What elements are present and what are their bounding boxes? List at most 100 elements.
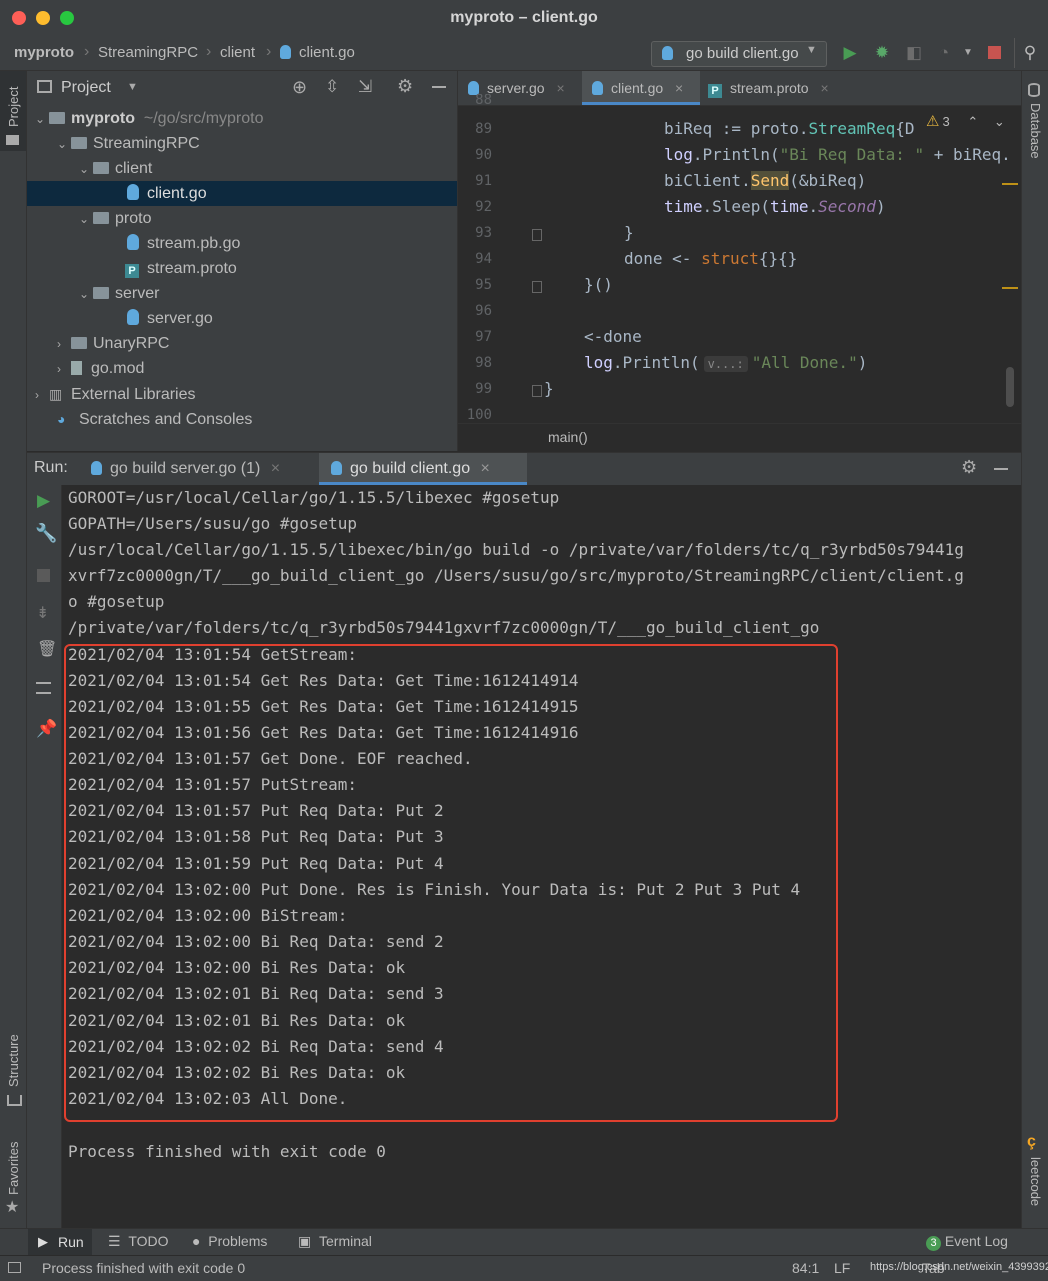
- console-line: /private/var/folders/tc/q_r3yrbd50s79441…: [68, 618, 820, 637]
- profile-icon[interactable]: ◔: [934, 43, 954, 63]
- fold-marker-icon[interactable]: [532, 385, 542, 397]
- gear-icon[interactable]: ⚙: [397, 76, 413, 97]
- code-token: ): [857, 353, 868, 372]
- line-number: 89: [475, 121, 492, 137]
- hide-icon[interactable]: [432, 86, 446, 88]
- gear-icon[interactable]: ⚙: [961, 457, 977, 478]
- coverage-icon[interactable]: ◧: [904, 43, 924, 63]
- tree-item-external-libraries[interactable]: › ▥ External Libraries: [35, 382, 196, 406]
- wrench-icon[interactable]: 🔧: [35, 523, 57, 544]
- tree-item-root[interactable]: ⌄ myproto ~/go/src/myproto: [35, 107, 264, 131]
- chevron-right-icon: ›: [266, 43, 272, 60]
- structure-stripe-button[interactable]: Structure: [0, 1021, 26, 1111]
- tree-item-streamingrpc[interactable]: ⌄ StreamingRPC: [57, 132, 200, 156]
- terminal-tool-button[interactable]: ▣ Terminal: [298, 1233, 372, 1250]
- tree-item-client-go[interactable]: client.go: [127, 182, 207, 206]
- console-line: GOROOT=/usr/local/Cellar/go/1.15.5/libex…: [68, 488, 560, 507]
- tab-client-go[interactable]: client.go ×: [582, 71, 700, 105]
- hide-icon[interactable]: [994, 468, 1008, 470]
- close-icon[interactable]: ×: [675, 80, 683, 96]
- close-icon[interactable]: ×: [271, 460, 280, 477]
- fold-marker-icon[interactable]: [532, 281, 542, 293]
- search-icon[interactable]: ⚲: [1020, 43, 1040, 63]
- breadcrumb-client[interactable]: client: [220, 44, 255, 61]
- tree-item-stream-pb-go[interactable]: stream.pb.go: [127, 232, 240, 256]
- code-line-91[interactable]: biClient.Send(&biReq): [664, 168, 866, 194]
- code-token: "All Done.": [751, 353, 858, 372]
- console-output[interactable]: GOROOT=/usr/local/Cellar/go/1.15.5/libex…: [62, 485, 1021, 1228]
- run-icon[interactable]: ▶: [840, 43, 860, 63]
- close-icon[interactable]: ×: [556, 80, 564, 96]
- code-line-93[interactable]: }: [624, 220, 634, 246]
- run-label: Run:: [34, 459, 68, 476]
- run-configuration-select[interactable]: go build client.go ▼: [651, 41, 827, 67]
- inspection-widget[interactable]: ⚠ 3 ⌃ ⌄: [926, 112, 1021, 134]
- tree-item-client[interactable]: ⌄ client: [79, 157, 152, 181]
- code-line-94[interactable]: done <- struct{}{}: [624, 246, 797, 272]
- pin-icon[interactable]: 📌: [36, 719, 57, 739]
- code-token: biClient.: [664, 171, 751, 190]
- stop-icon[interactable]: [37, 569, 50, 582]
- tree-item-go-mod[interactable]: › go.mod: [57, 357, 144, 381]
- stop-icon[interactable]: [984, 43, 1004, 63]
- editor-scrollbar-thumb[interactable]: [1006, 367, 1014, 407]
- tree-item-stream-proto[interactable]: Pstream.proto: [125, 257, 237, 281]
- favorites-stripe-button[interactable]: Favorites ★: [0, 1131, 26, 1221]
- collapse-all-icon[interactable]: ⇲: [358, 77, 372, 97]
- leetcode-stripe-button[interactable]: ç leetcode: [1022, 1131, 1048, 1221]
- rerun-icon[interactable]: ▶: [37, 491, 50, 511]
- warning-marker[interactable]: [1002, 183, 1018, 185]
- tool-windows-icon[interactable]: [8, 1262, 21, 1273]
- code-line-99[interactable]: }: [544, 376, 554, 402]
- go-file-icon: [127, 309, 139, 325]
- code-line-95[interactable]: }(): [584, 272, 613, 298]
- problems-tool-button[interactable]: ● Problems: [192, 1233, 267, 1249]
- tree-item-proto[interactable]: ⌄ proto: [79, 207, 151, 231]
- line-separator[interactable]: LF: [834, 1260, 850, 1276]
- debug-icon[interactable]: ✹: [872, 43, 892, 63]
- console-line: 2021/02/04 13:01:57 Put Req Data: Put 2: [68, 801, 444, 820]
- tree-item-server-go[interactable]: server.go: [127, 307, 213, 331]
- problems-label: Problems: [208, 1233, 268, 1249]
- run-tab-server[interactable]: go build server.go (1) ×: [91, 453, 280, 485]
- line-number: 90: [475, 147, 492, 163]
- project-view-select[interactable]: Project: [61, 79, 111, 97]
- warning-marker[interactable]: [1002, 287, 1018, 289]
- breadcrumb-streamingrpc[interactable]: StreamingRPC: [98, 44, 198, 61]
- code-line-98[interactable]: log.Println(v...: "All Done."): [584, 350, 867, 376]
- chevron-down-icon[interactable]: ▼: [127, 81, 138, 93]
- breadcrumb-project[interactable]: myproto: [14, 44, 74, 61]
- todo-tool-button[interactable]: ☰ TODO: [108, 1233, 169, 1250]
- tree-item-scratches[interactable]: ◕ Scratches and Consoles: [57, 407, 252, 431]
- close-icon[interactable]: ×: [481, 460, 490, 477]
- leetcode-icon: ç: [1027, 1133, 1036, 1150]
- event-log-button[interactable]: 3 Event Log: [926, 1233, 1008, 1251]
- run-tab-client[interactable]: go build client.go ×: [319, 453, 527, 485]
- caret-position[interactable]: 84:1: [792, 1260, 819, 1276]
- line-number: 100: [466, 407, 492, 423]
- database-stripe-button[interactable]: Database: [1022, 79, 1048, 169]
- locate-icon[interactable]: ⊕: [292, 77, 307, 98]
- code-line-97[interactable]: <-done: [584, 324, 642, 350]
- tree-item-unaryrpc[interactable]: › UnaryRPC: [57, 332, 169, 356]
- code-line-92[interactable]: time.Sleep(time.Second): [664, 194, 886, 220]
- code-line-90[interactable]: log.Println("Bi Req Data: " + biReq.: [664, 142, 1011, 168]
- code-token: biReq :=: [664, 119, 751, 138]
- fold-marker-icon[interactable]: [532, 229, 542, 241]
- tree-item-server[interactable]: ⌄ server: [79, 282, 159, 306]
- scroll-to-end-icon[interactable]: ⇟: [36, 603, 49, 623]
- tab-stream-proto[interactable]: Pstream.proto ×: [708, 71, 829, 105]
- code-line-89[interactable]: biReq := proto.StreamReq{D: [664, 116, 914, 142]
- chevron-down-icon[interactable]: ▼: [958, 43, 978, 63]
- trash-icon[interactable]: 🗑: [37, 639, 57, 659]
- project-stripe-button[interactable]: Project: [0, 71, 26, 151]
- expand-all-icon[interactable]: ⇳: [325, 77, 339, 97]
- run-tool-button[interactable]: ▶ Run: [28, 1229, 92, 1255]
- chevron-up-icon[interactable]: ⌃: [967, 114, 978, 129]
- chevron-down-icon[interactable]: ⌄: [994, 114, 1005, 129]
- breadcrumb-file[interactable]: client.go: [280, 44, 355, 61]
- line-number: 88: [475, 94, 492, 106]
- function-breadcrumb[interactable]: main(): [548, 429, 588, 445]
- layout-icon[interactable]: [36, 682, 51, 694]
- close-icon[interactable]: ×: [820, 80, 828, 96]
